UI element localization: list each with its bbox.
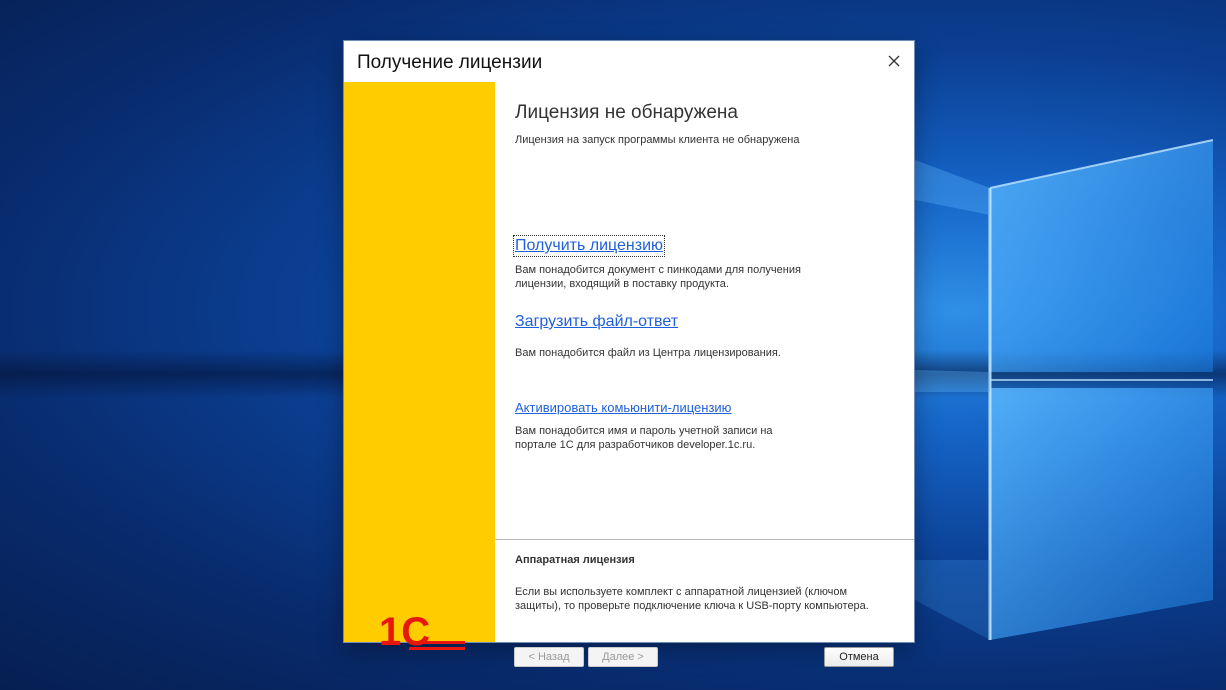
windows-pane-bottom bbox=[990, 388, 1213, 640]
section-divider bbox=[495, 539, 914, 540]
upload-response-file-description: Вам понадобится файл из Центра лицензиро… bbox=[515, 347, 781, 359]
page-heading: Лицензия не обнаружена bbox=[515, 102, 738, 123]
1c-logo-text: 1С bbox=[379, 610, 430, 651]
upload-response-file-link[interactable]: Загрузить файл-ответ bbox=[515, 313, 678, 331]
license-dialog: Получение лицензии 1С Лицензия не обнару… bbox=[344, 41, 914, 667]
close-icon bbox=[888, 55, 900, 67]
close-button[interactable] bbox=[880, 47, 908, 75]
cancel-button[interactable]: Отмена bbox=[824, 647, 894, 667]
get-license-description: Вам понадобится документ с пинкодами для… bbox=[515, 264, 801, 290]
dialog-titlebar: Получение лицензии bbox=[344, 41, 914, 82]
activate-community-license-link[interactable]: Активировать комьюнити-лицензию bbox=[515, 400, 731, 415]
next-button[interactable]: Далее > bbox=[588, 647, 658, 667]
back-button[interactable]: < Назад bbox=[514, 647, 584, 667]
get-license-link[interactable]: Получить лицензию bbox=[512, 235, 666, 257]
page-subtext: Лицензия на запуск программы клиента не … bbox=[515, 134, 800, 146]
hardware-license-description: Если вы используете комплект с аппаратно… bbox=[515, 586, 869, 612]
dialog-content: Лицензия не обнаружена Лицензия на запус… bbox=[495, 82, 914, 667]
activate-community-license-description: Вам понадобится имя и пароль учетной зап… bbox=[515, 425, 773, 451]
hardware-license-title: Аппаратная лицензия bbox=[515, 554, 635, 566]
brand-sidebar: 1С bbox=[344, 82, 495, 651]
1c-logo: 1С bbox=[379, 610, 465, 651]
dialog-title: Получение лицензии bbox=[357, 52, 543, 73]
windows-pane-top bbox=[990, 140, 1213, 372]
